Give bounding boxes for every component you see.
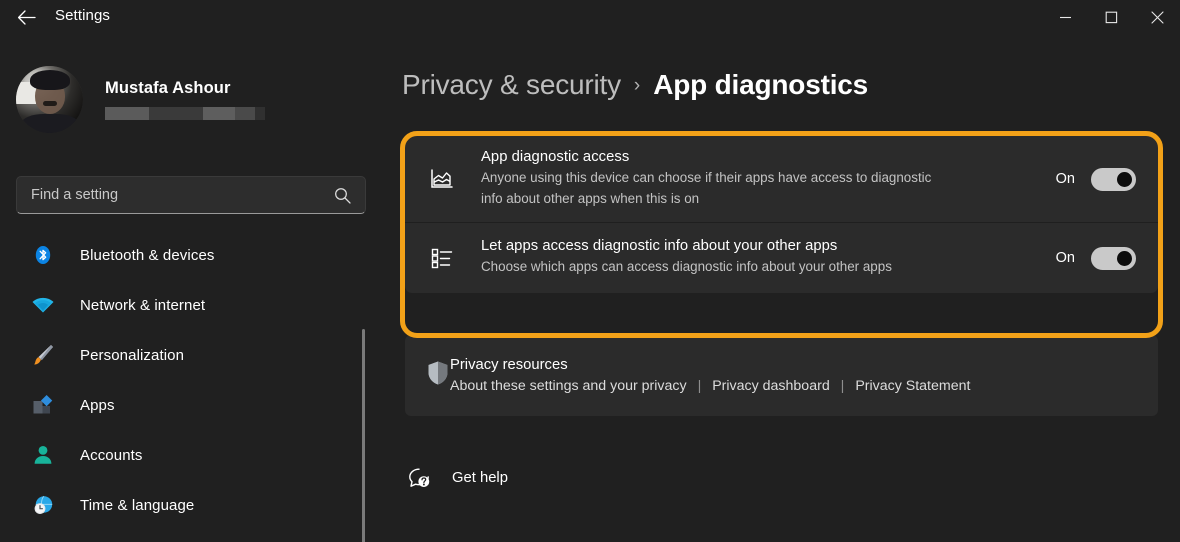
sidebar-item-bluetooth-devices[interactable]: Bluetooth & devices (8, 230, 352, 280)
sidebar-item-network-internet[interactable]: Network & internet (8, 280, 352, 330)
settings-group: App diagnostic access Anyone using this … (405, 136, 1158, 293)
toggle-knob (1117, 250, 1132, 266)
breadcrumb-parent[interactable]: Privacy & security (402, 69, 621, 101)
sidebar-item-label: Personalization (80, 346, 185, 364)
sidebar-item-accounts[interactable]: Accounts (8, 430, 352, 480)
search-icon[interactable] (334, 187, 351, 209)
toggle-state-label: On (1055, 171, 1075, 187)
account-icon (28, 440, 58, 470)
apps-icon (28, 390, 58, 420)
toggle-knob (1117, 171, 1132, 187)
help-icon (405, 467, 433, 489)
maximize-button[interactable] (1088, 0, 1134, 34)
sidebar-item-label: Accounts (80, 446, 143, 464)
sidebar: Mustafa Ashour Find a setting Bluetooth … (0, 34, 366, 542)
close-icon (1150, 10, 1164, 24)
chevron-right-icon: › (633, 75, 641, 96)
window-title: Settings (55, 7, 110, 24)
sidebar-nav: Bluetooth & devices Network & internet P… (0, 230, 366, 530)
toggle-state-label: On (1055, 250, 1075, 266)
sidebar-scrollbar[interactable] (362, 329, 365, 542)
search-placeholder: Find a setting (31, 187, 119, 203)
minimize-button[interactable] (1042, 0, 1088, 34)
main-content: Privacy & security › App diagnostics App… (366, 34, 1180, 542)
close-button[interactable] (1134, 0, 1180, 34)
setting-row-app-diagnostic-access[interactable]: App diagnostic access Anyone using this … (405, 136, 1158, 222)
privacy-resources-links: About these settings and your privacy | … (450, 378, 970, 394)
privacy-resources-title: Privacy resources (450, 357, 568, 373)
privacy-resources-card: Privacy resources About these settings a… (405, 335, 1158, 416)
sidebar-item-label: Apps (80, 396, 115, 414)
back-button[interactable] (8, 3, 44, 31)
search-input[interactable]: Find a setting (16, 176, 366, 214)
sidebar-item-personalization[interactable]: Personalization (8, 330, 352, 380)
profile-name: Mustafa Ashour (105, 79, 231, 97)
sidebar-item-time-language[interactable]: Time & language (8, 480, 352, 530)
sidebar-item-apps[interactable]: Apps (8, 380, 352, 430)
window-controls (1042, 0, 1180, 34)
paintbrush-icon (28, 340, 58, 370)
get-help-link[interactable]: Get help (405, 467, 508, 489)
page-title: App diagnostics (653, 69, 869, 100)
avatar (16, 66, 83, 133)
setting-title: App diagnostic access (481, 149, 630, 165)
get-help-label: Get help (452, 470, 508, 486)
app-diagnostic-access-toggle[interactable] (1091, 167, 1136, 191)
settings-cards: App diagnostic access Anyone using this … (405, 136, 1158, 416)
link-separator: | (697, 378, 702, 394)
setting-description: Choose which apps can access diagnostic … (481, 259, 892, 275)
setting-title: Let apps access diagnostic info about yo… (481, 238, 838, 255)
breadcrumb: Privacy & security › App diagnostics (402, 69, 868, 101)
link-separator: | (840, 378, 845, 394)
title-bar: Settings (0, 0, 1180, 34)
settings-window: Settings Mustafa Ashour Find a setting B… (0, 0, 1180, 542)
bluetooth-icon (28, 240, 58, 270)
back-arrow-icon (17, 9, 36, 25)
sidebar-item-label: Bluetooth & devices (80, 246, 215, 264)
wifi-icon (28, 290, 58, 320)
about-settings-link[interactable]: About these settings and your privacy (450, 378, 687, 394)
setting-row-let-apps-access-diagnostic-info[interactable]: Let apps access diagnostic info about yo… (405, 223, 1158, 293)
list-icon (426, 246, 458, 270)
clock-globe-icon (28, 490, 58, 520)
maximize-icon (1105, 11, 1118, 24)
setting-description: Anyone using this device can choose if t… (481, 170, 932, 206)
minimize-icon (1059, 12, 1072, 23)
profile-section[interactable]: Mustafa Ashour (16, 66, 265, 133)
shield-icon (426, 360, 450, 391)
sidebar-item-label: Time & language (80, 496, 195, 514)
let-apps-access-diagnostic-info-toggle[interactable] (1091, 246, 1136, 270)
chart-area-icon (426, 168, 458, 190)
privacy-dashboard-link[interactable]: Privacy dashboard (712, 378, 830, 394)
sidebar-item-label: Network & internet (80, 296, 206, 314)
privacy-statement-link[interactable]: Privacy Statement (855, 378, 970, 394)
account-email-redacted (105, 107, 265, 120)
